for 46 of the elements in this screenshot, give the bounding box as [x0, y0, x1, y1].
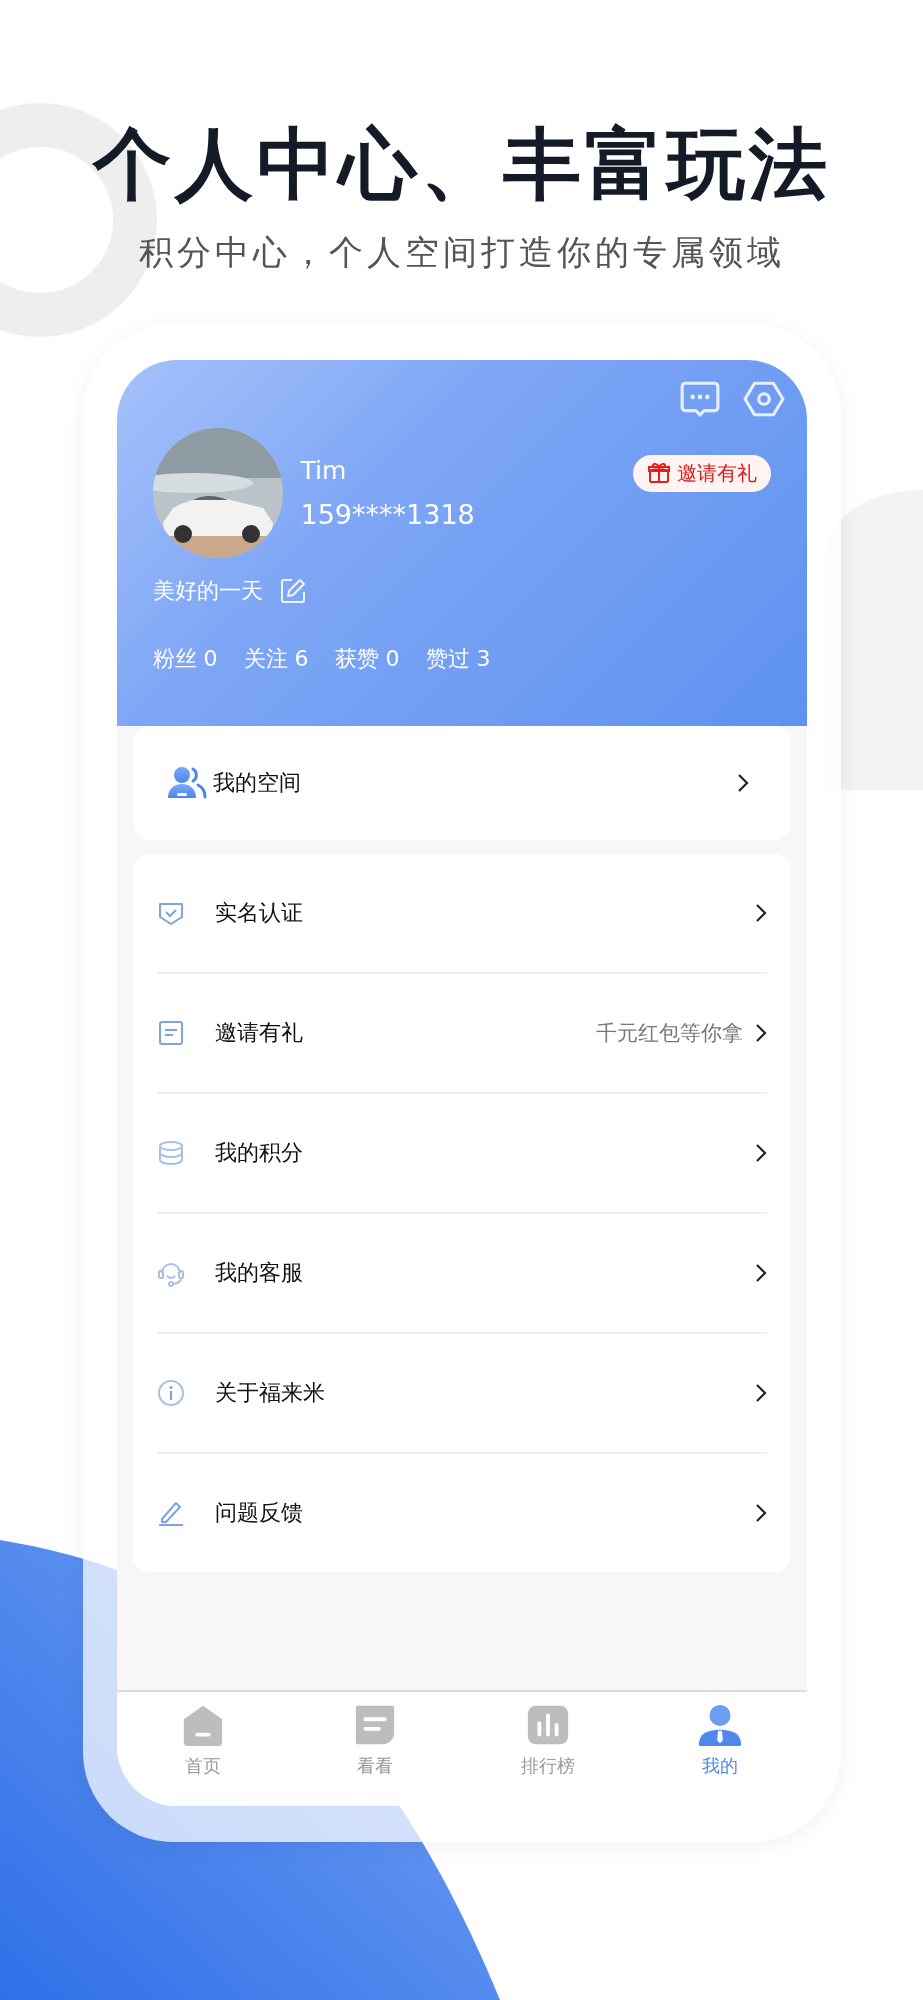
row-note: 千元红包等你拿: [595, 1020, 743, 1048]
tab-item[interactable]: 排行榜: [461, 1692, 634, 1807]
menu-row[interactable]: 关于福来米: [156, 1334, 767, 1455]
gift-icon: [646, 461, 671, 486]
document-icon: [156, 1019, 185, 1048]
tab-item[interactable]: 看看: [289, 1692, 462, 1807]
space-row[interactable]: 我的空间: [132, 726, 791, 841]
subtitle: 积分中心，个人空间打造你的专属领域: [138, 231, 785, 273]
info-icon: [156, 1379, 185, 1408]
headline: 个人中心、丰富玩法: [92, 118, 831, 211]
row-label: 关于福来米: [214, 1379, 326, 1408]
tab-item[interactable]: 我的: [634, 1692, 807, 1807]
menu-row[interactable]: 实名认证: [156, 854, 767, 975]
row-label: 我的客服: [214, 1259, 304, 1288]
stat-count[interactable]: 获赞 0: [334, 644, 400, 675]
chevron-icon: [736, 773, 749, 794]
users-icon: [166, 766, 207, 801]
row-label: 邀请有礼: [214, 1019, 304, 1048]
stat-count[interactable]: 粉丝 0: [152, 644, 218, 675]
tab-item[interactable]: 首页: [116, 1692, 289, 1807]
menu-row[interactable]: 我的客服: [156, 1214, 767, 1335]
person-icon: [697, 1702, 744, 1749]
phone-number: 159****1318: [300, 499, 476, 531]
edit-icon[interactable]: [278, 577, 307, 606]
row-label: 我的积分: [214, 1139, 304, 1168]
chevron-icon: [754, 1143, 767, 1164]
chevron-icon: [754, 903, 767, 924]
stat-count[interactable]: 关注 6: [243, 644, 309, 675]
row-label: 我的空间: [212, 769, 302, 798]
stat-count[interactable]: 赞过 3: [425, 644, 491, 675]
row-label: 问题反馈: [214, 1499, 304, 1528]
settings-icon[interactable]: [742, 380, 785, 419]
message-icon[interactable]: [678, 380, 721, 419]
menu-row[interactable]: 问题反馈: [156, 1454, 767, 1573]
row-label: 实名认证: [214, 899, 304, 928]
chevron-icon: [754, 1503, 767, 1524]
chevron-icon: [754, 1263, 767, 1284]
chevron-icon: [754, 1023, 767, 1044]
invite-button[interactable]: 邀请有礼: [632, 454, 771, 492]
coins-icon: [156, 1139, 185, 1168]
chevron-icon: [754, 1383, 767, 1404]
menu-row[interactable]: 邀请有礼 千元红包等你拿: [156, 974, 767, 1095]
menu-row[interactable]: 我的积分: [156, 1094, 767, 1215]
user-name: Tim: [300, 456, 348, 486]
bio-text: 美好的一天: [152, 577, 263, 606]
pencil-icon: [156, 1499, 185, 1528]
